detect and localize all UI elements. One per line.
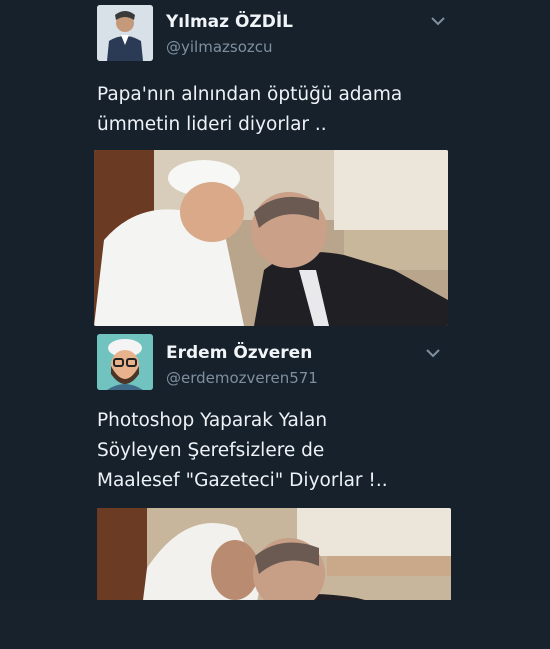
chevron-down-icon[interactable] <box>431 16 445 26</box>
tweet-text-line: Söyleyen Şerefsizlere de <box>97 440 325 461</box>
avatar[interactable] <box>97 5 153 61</box>
avatar[interactable] <box>97 334 153 390</box>
tweet-1: Yılmaz ÖZDİL @yilmazsozcu Papa'nın alnın… <box>0 0 550 330</box>
tweet-text: Photoshop Yaparak Yalan Söyleyen Şerefsi… <box>97 406 388 496</box>
author-name[interactable]: Erdem Özveren <box>166 343 312 363</box>
author-handle[interactable]: @erdemozveren571 <box>166 369 318 387</box>
photo-pope-kiss-image <box>94 150 448 326</box>
author-name[interactable]: Yılmaz ÖZDİL <box>166 12 293 32</box>
tweet-text-line: Photoshop Yaparak Yalan <box>97 410 328 431</box>
tweet-text-line: ümmetin lideri diyorlar .. <box>97 114 327 135</box>
tweet-text-line: Maalesef "Gazeteci" Diyorlar !.. <box>97 470 388 491</box>
tweet-photo[interactable] <box>94 150 448 326</box>
bottom-overlay <box>0 600 550 649</box>
tweet-text: Papa'nın alnından öptüğü adama ümmetin l… <box>97 80 402 140</box>
author-handle[interactable]: @yilmazsozcu <box>166 38 273 56</box>
chevron-down-icon[interactable] <box>426 348 440 358</box>
cartoon-avatar-icon <box>97 334 153 390</box>
tweet-text-line: Papa'nın alnından öptüğü adama <box>97 84 403 105</box>
profile-photo-icon <box>97 5 153 61</box>
